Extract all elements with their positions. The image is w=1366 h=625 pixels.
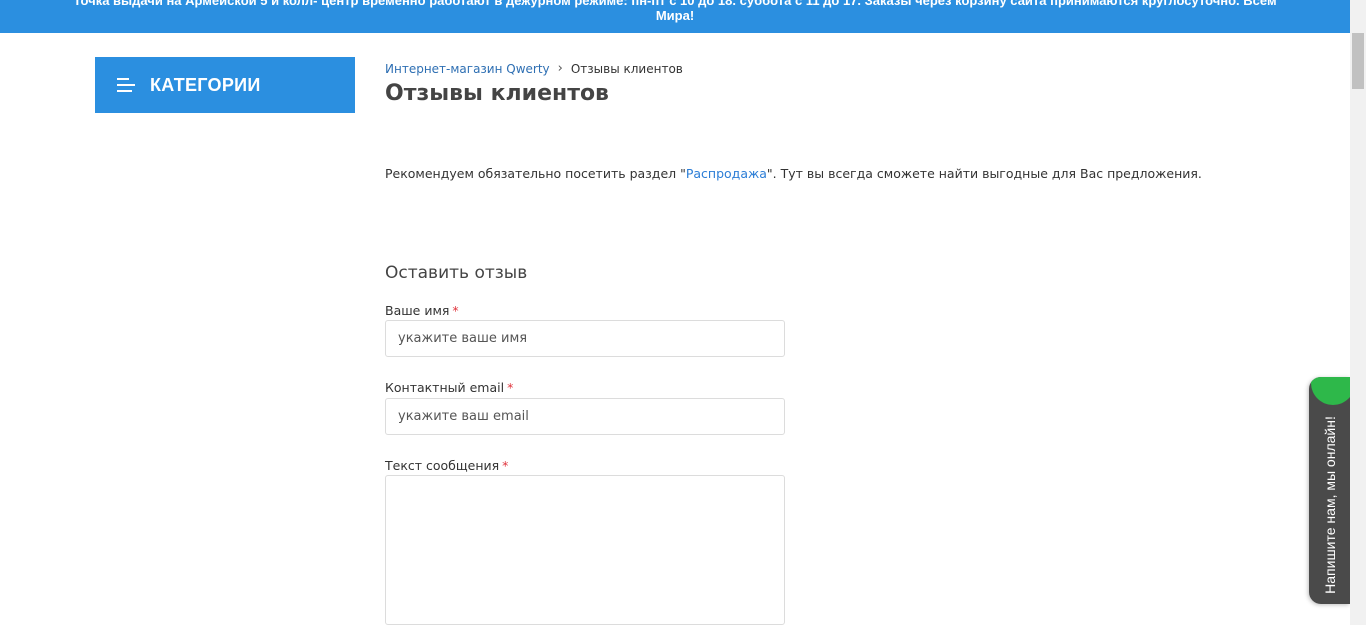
sale-link[interactable]: Распродажа bbox=[686, 166, 767, 181]
name-field-label: Ваше имя * bbox=[385, 303, 459, 318]
page-scrollbar[interactable] bbox=[1350, 0, 1366, 625]
page-title: Отзывы клиентов bbox=[385, 81, 609, 106]
email-input[interactable] bbox=[385, 398, 785, 435]
chevron-right-icon: › bbox=[557, 61, 563, 76]
message-textarea[interactable] bbox=[385, 475, 785, 625]
required-mark: * bbox=[452, 303, 459, 318]
chat-widget-label: Напишите нам, мы онлайн! bbox=[1321, 415, 1338, 594]
notice-text: Точка выдачи на Армейской 5 и колл- цент… bbox=[73, 0, 1277, 23]
message-field-label: Текст сообщения * bbox=[385, 458, 508, 473]
scrollbar-thumb[interactable] bbox=[1352, 33, 1364, 89]
required-mark: * bbox=[502, 458, 509, 473]
categories-label: КАТЕГОРИИ bbox=[150, 74, 261, 95]
message-label-text: Текст сообщения bbox=[385, 458, 500, 473]
promo-text: Рекомендуем обязательно посетить раздел … bbox=[385, 166, 1202, 181]
notice-bar: Точка выдачи на Армейской 5 и колл- цент… bbox=[0, 0, 1350, 33]
promo-text-after: ". Тут вы всегда сможете найти выгодные … bbox=[766, 166, 1202, 181]
required-mark: * bbox=[507, 380, 514, 395]
categories-button[interactable]: КАТЕГОРИИ bbox=[95, 57, 355, 113]
breadcrumb-current: Отзывы клиентов bbox=[570, 61, 683, 76]
breadcrumb: Интернет-магазин Qwerty › Отзывы клиенто… bbox=[385, 61, 683, 76]
review-form-title: Оставить отзыв bbox=[385, 263, 528, 283]
online-status-badge bbox=[1311, 377, 1350, 405]
email-field-label: Контактный email * bbox=[385, 380, 513, 395]
name-input[interactable] bbox=[385, 320, 785, 357]
menu-icon bbox=[117, 78, 135, 92]
promo-text-before: Рекомендуем обязательно посетить раздел … bbox=[385, 166, 686, 181]
email-label-text: Контактный email bbox=[385, 380, 505, 395]
name-label-text: Ваше имя bbox=[385, 303, 450, 318]
breadcrumb-home-link[interactable]: Интернет-магазин Qwerty bbox=[385, 62, 550, 76]
online-chat-widget[interactable]: Напишите нам, мы онлайн! bbox=[1309, 377, 1350, 604]
